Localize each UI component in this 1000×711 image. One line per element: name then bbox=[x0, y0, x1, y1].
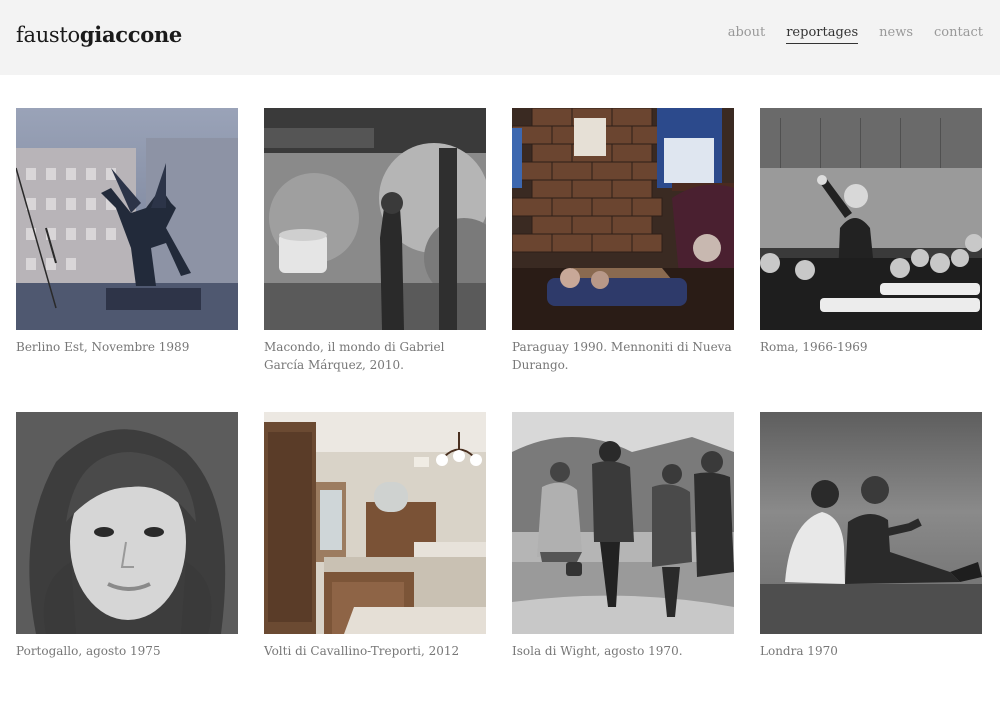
reportage-card[interactable]: Roma, 1966-1969 bbox=[760, 108, 982, 356]
nav-reportages[interactable]: reportages bbox=[786, 25, 859, 44]
site-logo[interactable]: faustogiaccone bbox=[16, 22, 182, 47]
nav-contact[interactable]: contact bbox=[934, 25, 983, 44]
reportage-card[interactable]: Berlino Est, Novembre 1989 bbox=[16, 108, 238, 356]
reportage-card[interactable]: Volti di Cavallino-Treporti, 2012 bbox=[264, 412, 486, 660]
reportage-card[interactable]: Portogallo, agosto 1975 bbox=[16, 412, 238, 660]
reportage-caption[interactable]: Roma, 1966-1969 bbox=[760, 338, 982, 356]
logo-last-name: giaccone bbox=[79, 22, 182, 47]
reportage-caption[interactable]: Volti di Cavallino-Treporti, 2012 bbox=[264, 642, 486, 660]
reportage-photo-londra[interactable] bbox=[760, 412, 982, 634]
reportage-photo-berlin[interactable] bbox=[16, 108, 238, 330]
reportage-caption[interactable]: Portogallo, agosto 1975 bbox=[16, 642, 238, 660]
reportage-photo-portogallo[interactable] bbox=[16, 412, 238, 634]
reportage-photo-roma[interactable] bbox=[760, 108, 982, 330]
reportage-caption[interactable]: Isola di Wight, agosto 1970. bbox=[512, 642, 734, 660]
reportage-caption[interactable]: Berlino Est, Novembre 1989 bbox=[16, 338, 238, 356]
site-header: faustogiaccone about reportages news con… bbox=[0, 0, 1000, 75]
reportage-card[interactable]: Isola di Wight, agosto 1970. bbox=[512, 412, 734, 660]
reportage-card[interactable]: Paraguay 1990. Mennoniti di Nueva Durang… bbox=[512, 108, 734, 374]
reportage-caption[interactable]: Macondo, il mondo di Gabriel García Márq… bbox=[264, 338, 486, 374]
reportage-photo-wight[interactable] bbox=[512, 412, 734, 634]
reportage-card[interactable]: Londra 1970 bbox=[760, 412, 982, 660]
nav-news[interactable]: news bbox=[879, 25, 913, 44]
reportage-photo-paraguay[interactable] bbox=[512, 108, 734, 330]
reportage-card[interactable]: Macondo, il mondo di Gabriel García Márq… bbox=[264, 108, 486, 374]
reportage-photo-cavallino[interactable] bbox=[264, 412, 486, 634]
reportage-caption[interactable]: Paraguay 1990. Mennoniti di Nueva Durang… bbox=[512, 338, 734, 374]
nav-about[interactable]: about bbox=[728, 25, 766, 44]
reportage-caption[interactable]: Londra 1970 bbox=[760, 642, 982, 660]
main-nav: about reportages news contact bbox=[707, 25, 983, 44]
reportage-photo-macondo[interactable] bbox=[264, 108, 486, 330]
logo-first-name: fausto bbox=[16, 23, 80, 47]
